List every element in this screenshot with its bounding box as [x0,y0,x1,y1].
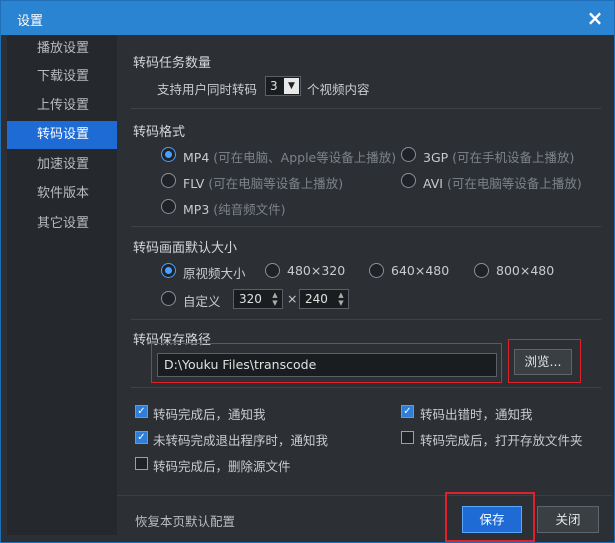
spin-arrows-icon[interactable]: ▲ ▼ [335,291,347,307]
task-count-select[interactable]: 3 ▼ [265,76,301,96]
radio-800x480[interactable] [474,263,489,278]
task-count-suffix: 个视频内容 [307,82,370,97]
dialog-footer: 恢复本页默认配置 保存 关闭 [117,492,612,542]
format-3gp-label: 3GP (可在手机设备上播放) [423,150,575,165]
settings-dialog: 设置 × 播放设置 下载设置 上传设置 转码设置 加速设置 软件版本 其它设置 … [0,0,615,543]
open-folder-label: 转码完成后，打开存放文件夹 [420,433,583,448]
checkbox-notify-complete[interactable]: ✓ [135,405,148,418]
close-icon[interactable]: × [582,5,608,31]
delete-source-label: 转码完成后，删除源文件 [153,459,291,474]
radio-mp3[interactable] [161,199,176,214]
sidebar-item-other[interactable]: 其它设置 [7,210,117,238]
notify-exit-label: 未转码完成退出程序时，通知我 [153,433,329,448]
checkbox-notify-error[interactable]: ✓ [401,405,414,418]
notify-error-label: 转码出错时，通知我 [420,407,533,422]
times-sign: × [287,291,298,306]
radio-custom-size[interactable] [161,291,176,306]
format-flv-label: FLV (可在电脑等设备上播放) [183,176,344,191]
transcode-settings-panel: 转码任务数量 支持用户同时转码 3 ▼ 个视频内容 转码格式 MP4 (可在电脑… [117,35,612,495]
size-custom-label: 自定义 [183,294,221,309]
radio-avi[interactable] [401,173,416,188]
size-640x480-label: 640×480 [391,263,450,278]
radio-original-size[interactable] [161,263,176,278]
sidebar-item-upload[interactable]: 上传设置 [7,92,117,120]
divider [131,387,601,388]
chevron-down-icon[interactable]: ▼ [284,78,299,94]
close-button[interactable]: 关闭 [537,506,599,533]
format-title: 转码格式 [133,125,186,140]
sidebar: 播放设置 下载设置 上传设置 转码设置 加速设置 软件版本 其它设置 [7,35,117,535]
task-count-prefix: 支持用户同时转码 [157,82,258,97]
checkbox-delete-source[interactable] [135,457,148,470]
radio-480x320[interactable] [265,263,280,278]
radio-flv[interactable] [161,173,176,188]
custom-width-stepper[interactable]: 320 ▲ ▼ [233,289,283,309]
size-480x320-label: 480×320 [287,263,346,278]
size-title: 转码画面默认大小 [133,241,238,256]
divider [131,226,601,227]
radio-3gp[interactable] [401,147,416,162]
sidebar-item-playback[interactable]: 播放设置 [7,35,117,63]
radio-640x480[interactable] [369,263,384,278]
format-avi-label: AVI (可在电脑等设备上播放) [423,176,582,191]
save-path-input[interactable]: D:\Youku Files\transcode [157,353,497,377]
spin-arrows-icon[interactable]: ▲ ▼ [269,291,281,307]
custom-height-stepper[interactable]: 240 ▲ ▼ [299,289,349,309]
browse-button[interactable]: 浏览... [514,349,572,375]
size-800x480-label: 800×480 [496,263,555,278]
sidebar-item-version[interactable]: 软件版本 [7,180,117,208]
task-count-title: 转码任务数量 [133,56,212,71]
radio-mp4[interactable] [161,147,176,162]
divider [131,108,601,109]
window-title: 设置 [17,14,44,29]
format-mp3-label: MP3 (纯音频文件) [183,202,286,217]
task-count-value: 3 [270,79,278,93]
divider [131,319,601,320]
format-mp4-label: MP4 (可在电脑、Apple等设备上播放) [183,150,397,165]
size-original-label: 原视频大小 [183,266,246,281]
checkbox-open-folder[interactable] [401,431,414,444]
save-button[interactable]: 保存 [462,506,522,533]
sidebar-item-transcode[interactable]: 转码设置 [7,121,117,149]
restore-defaults-link[interactable]: 恢复本页默认配置 [135,511,235,530]
checkbox-notify-exit[interactable]: ✓ [135,431,148,444]
notify-complete-label: 转码完成后，通知我 [153,407,266,422]
title-bar: 设置 × [1,1,614,35]
sidebar-item-acceleration[interactable]: 加速设置 [7,151,117,179]
sidebar-item-download[interactable]: 下载设置 [7,63,117,91]
custom-width-value: 320 [239,292,262,306]
custom-height-value: 240 [305,292,328,306]
